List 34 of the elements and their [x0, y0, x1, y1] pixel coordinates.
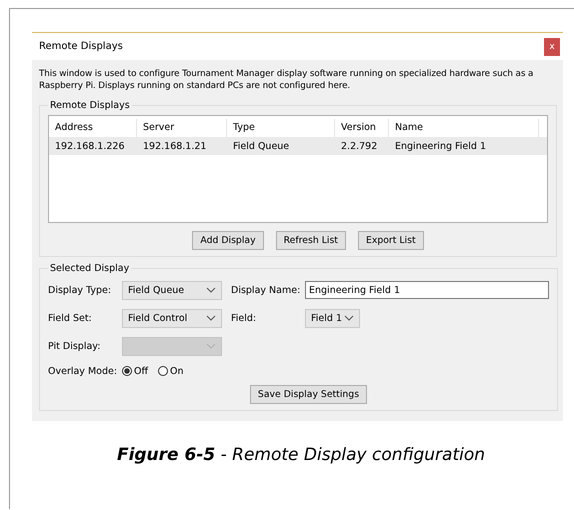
list-action-button[interactable]: Add Display	[192, 231, 264, 250]
group-label: Remote Displays	[49, 100, 131, 111]
save-settings-button[interactable]: Save Display Settings	[250, 385, 368, 404]
list-cell-text: 192.168.1.226	[54, 140, 126, 152]
list-cell-text: Field Queue	[232, 140, 290, 152]
field-label: Display Name:	[231, 284, 302, 296]
field-label: Display Type:	[48, 284, 112, 296]
window-title: Remote Displays	[39, 41, 123, 52]
radio-option[interactable]: Off	[122, 366, 148, 376]
radio-button[interactable]	[122, 366, 132, 376]
list-row[interactable]: 192.168.1.226 192.168.1.21 Field Queue 2.2.792 Engineering Field 1	[49, 137, 547, 155]
dropdown[interactable]: Field Queue	[122, 280, 222, 300]
list-action-button[interactable]: Refresh List	[276, 231, 346, 250]
list-cell-text: Engineering Field 1	[394, 140, 488, 152]
dropdown[interactable]: Field 1	[305, 308, 360, 328]
group-label: Selected Display	[49, 263, 130, 274]
chevron-down-icon	[206, 287, 216, 293]
radio-button[interactable]	[158, 366, 168, 376]
dropdown[interactable]: Field Control	[122, 308, 222, 328]
close-button[interactable]: x	[544, 38, 560, 56]
field-label: Field:	[231, 312, 258, 324]
field-label: Pit Display:	[48, 340, 102, 352]
field-label: Overlay Mode:	[48, 366, 118, 376]
field-label: Field Set:	[48, 312, 93, 324]
chevron-down-icon	[344, 315, 354, 321]
list-action-button[interactable]: Export List	[358, 231, 424, 250]
radio-option[interactable]: On	[158, 366, 184, 376]
list-cell-text: 192.168.1.21	[142, 140, 208, 152]
description-text: This window is used to configure Tournament Manager display software running on specialized hardware such as a Raspberry Pi. Displays running on standard PCs are not configured here.	[39, 68, 534, 92]
chevron-down-icon	[206, 343, 216, 349]
figure-caption: Figure 6-5 - Remote Display configuration	[116, 445, 486, 465]
display-name-field[interactable]: Engineering Field 1	[305, 281, 549, 299]
list-cell-text: 2.2.792	[340, 140, 378, 152]
chevron-down-icon	[206, 315, 216, 321]
